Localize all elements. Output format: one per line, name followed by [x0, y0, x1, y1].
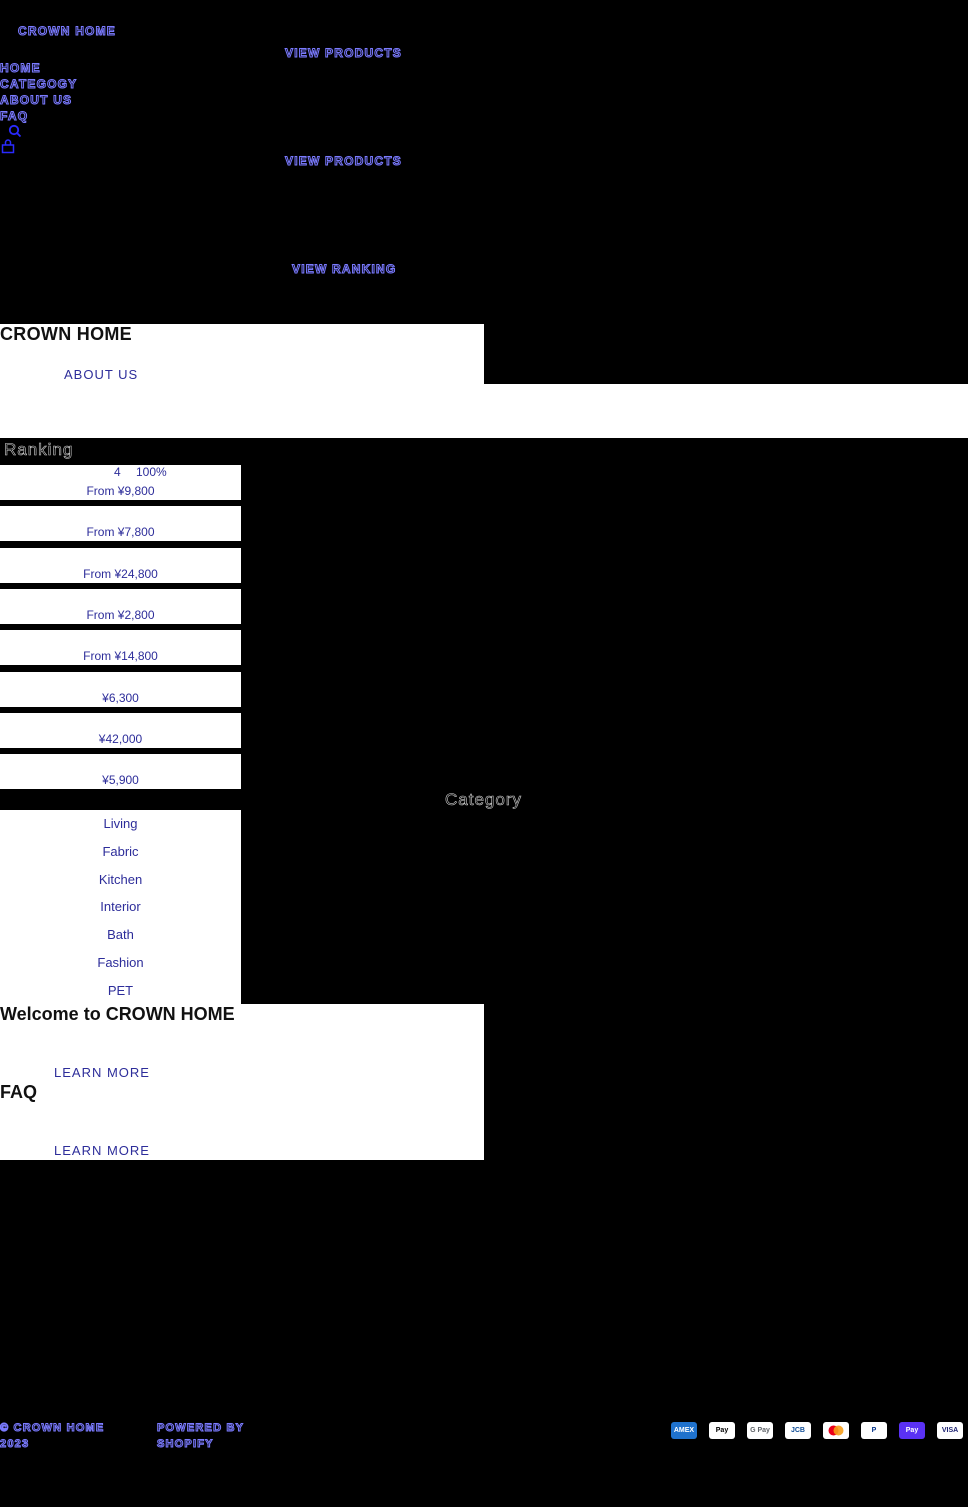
google-pay-icon: G Pay	[747, 1422, 773, 1439]
payment-label: VISA	[941, 1427, 959, 1434]
ranking-product-card[interactable]: From ¥24,800	[0, 547, 241, 583]
nav-item-faq[interactable]: FAQ	[0, 108, 77, 124]
view-products-button-1[interactable]: VIEW PRODUCTS	[285, 46, 402, 61]
main-nav: HOME CATEGOGY ABOUT US FAQ	[0, 60, 77, 124]
payment-label: G Pay	[750, 1427, 770, 1434]
category-item-fabric[interactable]: Fabric	[0, 844, 241, 859]
search-icon[interactable]	[8, 124, 22, 138]
learn-more-link-welcome[interactable]: LEARN MORE	[54, 1065, 150, 1080]
product-price: From ¥7,800	[86, 525, 155, 540]
site-logo[interactable]: CROWN HOME	[18, 24, 116, 39]
category-item-living[interactable]: Living	[0, 816, 241, 831]
payment-label: P	[871, 1427, 877, 1434]
payment-icons: AMEX Pay G Pay JCB P Pay VISA	[671, 1422, 963, 1439]
payment-label: AMEX	[673, 1427, 695, 1434]
nav-item-home[interactable]: HOME	[0, 60, 77, 76]
product-price: From ¥2,800	[86, 607, 155, 622]
product-price: ¥5,900	[102, 773, 139, 788]
about-us-link[interactable]: ABOUT US	[64, 367, 138, 382]
welcome-title: Welcome to CROWN HOME	[0, 1004, 235, 1024]
category-item-pet[interactable]: PET	[0, 983, 241, 998]
paypal-icon: P	[861, 1422, 887, 1439]
jcb-icon: JCB	[785, 1422, 811, 1439]
ranking-product-card[interactable]: From ¥14,800	[0, 630, 241, 666]
shop-pay-icon: Pay	[899, 1422, 925, 1439]
ranking-product-card[interactable]: ¥42,000	[0, 712, 241, 748]
payment-label: Pay	[715, 1427, 729, 1434]
visa-icon: VISA	[937, 1422, 963, 1439]
ranking-product-card[interactable]: From ¥7,800	[0, 506, 241, 542]
mastercard-icon	[823, 1422, 849, 1439]
product-price: From ¥9,800	[86, 484, 155, 498]
amex-icon: AMEX	[671, 1422, 697, 1439]
copyright: © CROWN HOME 2023	[0, 1422, 105, 1451]
payment-label: Pay	[905, 1427, 919, 1434]
ranking-product-card[interactable]: From ¥2,800	[0, 588, 241, 624]
category-item-fashion[interactable]: Fashion	[0, 955, 241, 970]
product-price: ¥42,000	[98, 731, 143, 746]
category-item-kitchen[interactable]: Kitchen	[0, 872, 241, 887]
category-item-bath[interactable]: Bath	[0, 927, 241, 942]
apple-pay-icon: Pay	[709, 1422, 735, 1439]
faq-title: FAQ	[0, 1082, 38, 1102]
powered-by-shopify-link[interactable]: POWERED BY SHOPIFY	[157, 1420, 257, 1452]
section-spacer	[0, 384, 968, 438]
ranking-product-card[interactable]: ¥5,900	[0, 754, 241, 790]
category-item-interior[interactable]: Interior	[0, 899, 241, 914]
rating-badge: 4 100%	[114, 465, 167, 479]
cart-icon[interactable]	[1, 139, 15, 154]
category-title: Category	[445, 790, 522, 810]
nav-item-about-us[interactable]: ABOUT US	[0, 92, 77, 108]
product-price: ¥6,300	[102, 690, 139, 705]
view-ranking-button[interactable]: VIEW RANKING	[291, 262, 396, 277]
about-title: CROWN HOME	[0, 324, 132, 344]
ranking-product-card[interactable]: ¥6,300	[0, 671, 241, 707]
view-products-button-2[interactable]: VIEW PRODUCTS	[285, 154, 402, 169]
payment-label: JCB	[790, 1427, 805, 1434]
welcome-section	[0, 1004, 484, 1160]
learn-more-link-faq[interactable]: LEARN MORE	[54, 1143, 150, 1158]
product-price: From ¥24,800	[83, 566, 158, 581]
ranking-title: Ranking	[4, 440, 74, 460]
product-price: From ¥14,800	[83, 649, 158, 664]
nav-item-category[interactable]: CATEGOGY	[0, 76, 77, 92]
